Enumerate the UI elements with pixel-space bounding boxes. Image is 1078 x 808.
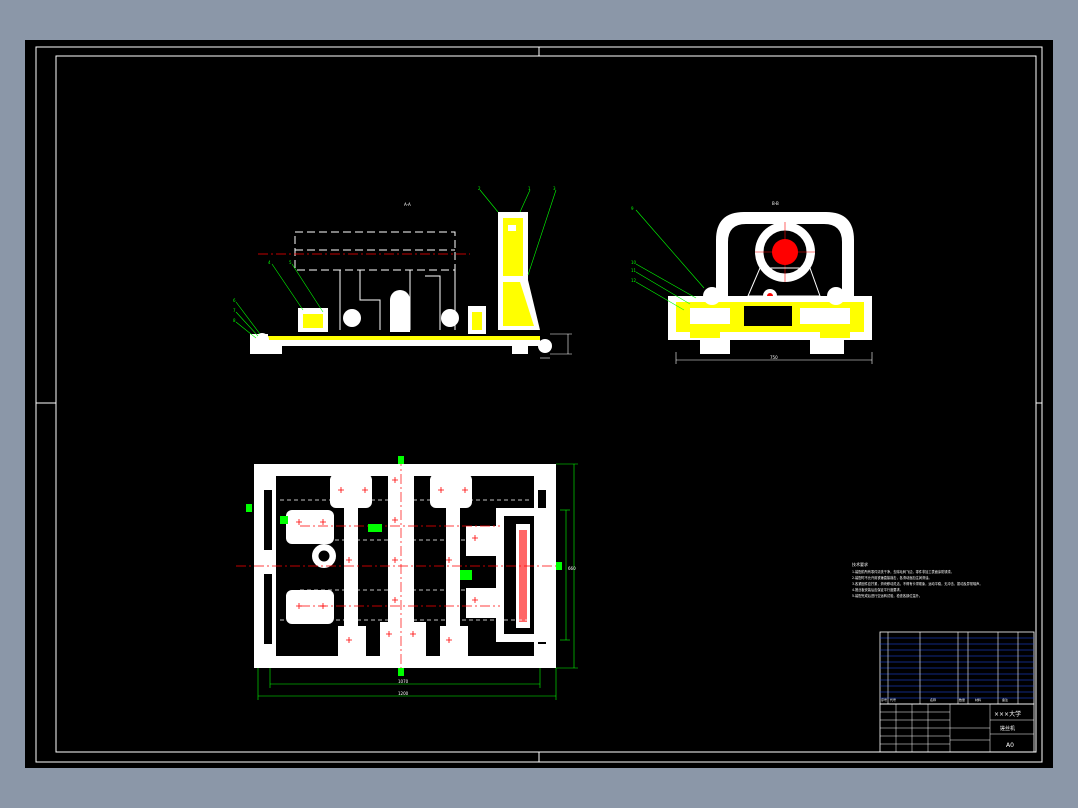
- parts-header-cell: 备注: [1002, 697, 1008, 702]
- svg-text:10: 10: [631, 260, 637, 265]
- note-line: 4.搓丝板安装后应保证平行度要求。: [852, 587, 903, 592]
- side-width-dimension: 750: [770, 355, 778, 360]
- svg-text:12: 12: [631, 278, 637, 283]
- note-line: 5.装配完成后进行空运转试验，检查各部位温升。: [852, 593, 922, 598]
- side-view-label: B-B: [772, 201, 779, 206]
- drawing-name: 搓丝机: [1000, 725, 1015, 732]
- note-line: 2.装配时不允许用铁锤直接敲击，各滑动面加注润滑油。: [852, 575, 932, 580]
- plan-inner-dimension: 1070: [398, 679, 409, 684]
- parts-header-cell: 数量: [959, 697, 965, 702]
- parts-header-cell: 序号: [881, 697, 887, 702]
- parts-header-cell: 名称: [930, 697, 936, 702]
- note-line: 1.装配前所有零件清洗干净，去除毛刺飞边，零件非加工表面涂防锈漆。: [852, 569, 954, 574]
- parts-header-cell: 代号: [890, 697, 896, 702]
- cad-drawing-canvas[interactable]: A-A 2 1 3 4 5 678 B-B 750 9101112 1070 1…: [0, 0, 1078, 808]
- front-view-label: A-A: [404, 202, 411, 207]
- plan-height-dimension: 660: [568, 566, 576, 571]
- notes-heading: 技术要求: [852, 561, 868, 567]
- note-line: 3.各紧固件应拧紧，滑块移动灵活，不得有卡滞现象，运动平稳，无冲击、振动及异常噪…: [852, 581, 983, 586]
- school-name: ×××大学: [994, 710, 1021, 718]
- plan-overall-dimension: 1200: [398, 691, 409, 696]
- drawing-number: A0: [1006, 742, 1014, 749]
- svg-text:11: 11: [631, 268, 637, 273]
- parts-header-cell: 材料: [975, 697, 981, 702]
